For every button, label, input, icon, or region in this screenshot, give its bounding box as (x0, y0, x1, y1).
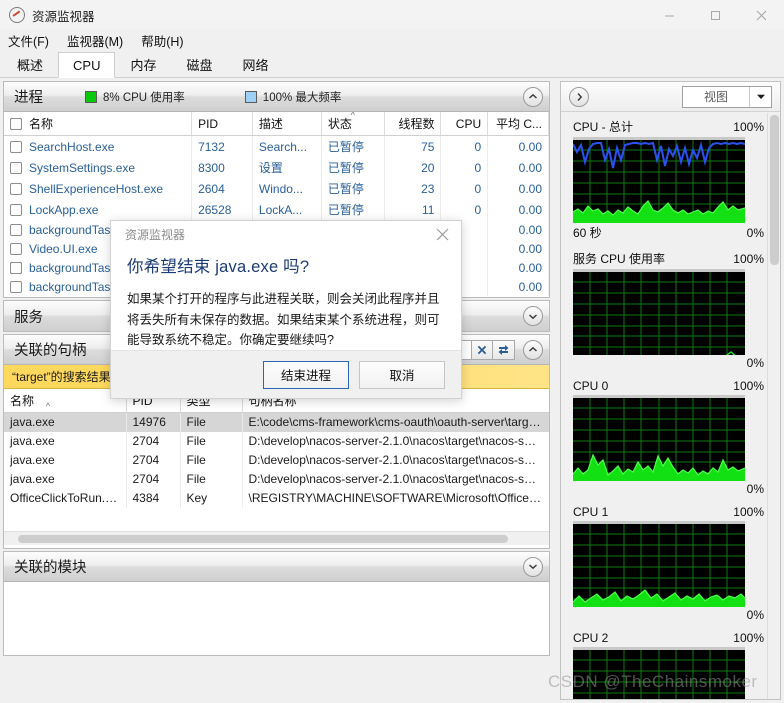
end-process-dialog: 资源监视器 你希望结束 java.exe 吗? 如果某个打开的程序与此进程关联，… (110, 220, 462, 399)
tab-cpu[interactable]: CPU (58, 52, 116, 78)
dialog-heading: 你希望结束 java.exe 吗? (127, 258, 310, 277)
end-process-button[interactable]: 结束进程 (263, 360, 349, 389)
dialog-message: 如果某个打开的程序与此进程关联，则会关闭此程序并且将丢失所有未保存的数据。如果结… (127, 292, 440, 347)
dialog-close-button[interactable] (429, 222, 455, 246)
search-results-label: “target”的搜索结果 (12, 370, 111, 384)
cancel-button[interactable]: 取消 (359, 360, 445, 389)
resource-monitor-window: 资源监视器 文件(F) 监视器(M) 帮助(H) 概述 CPU 内存 磁盘 网络 (0, 0, 784, 703)
dialog-title: 资源监视器 (125, 227, 186, 242)
dialog-content: 你希望结束 java.exe 吗? 如果某个打开的程序与此进程关联，则会关闭此程… (111, 247, 461, 350)
close-icon (436, 228, 448, 241)
dialog-title-bar: 资源监视器 (111, 221, 461, 247)
dialog-actions: 结束进程 取消 (111, 350, 461, 398)
